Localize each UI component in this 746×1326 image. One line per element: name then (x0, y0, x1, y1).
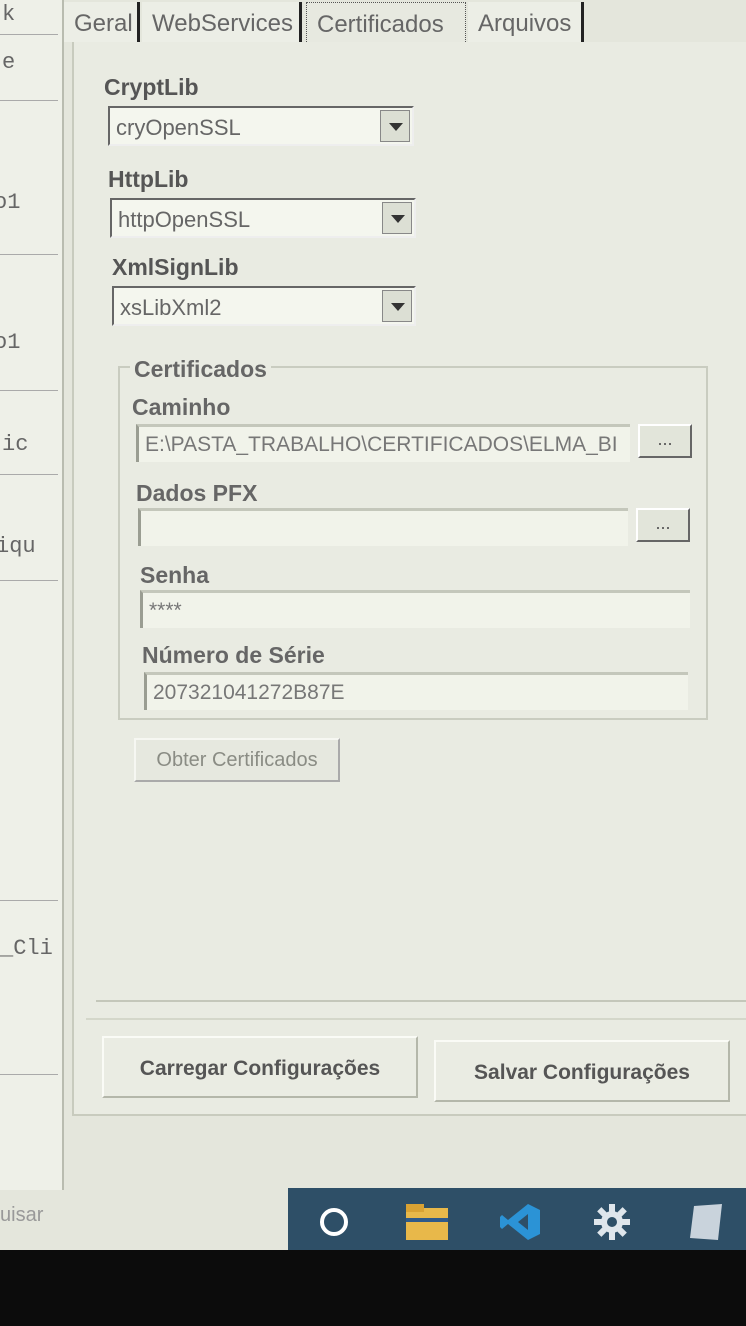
dados-pfx-label: Dados PFX (136, 480, 258, 506)
numero-serie-value: 207321041272B87E (153, 681, 345, 704)
tab-arquivos[interactable]: Arquivos (468, 2, 584, 42)
cryptlib-label: CryptLib (104, 74, 199, 100)
dados-pfx-browse-button[interactable]: ... (636, 508, 690, 542)
httplib-select[interactable]: httpOpenSSL (110, 198, 416, 238)
edge-text-4: o1 (0, 330, 21, 355)
caminho-browse-button[interactable]: ... (638, 424, 692, 458)
xmlsignlib-select[interactable]: xsLibXml2 (112, 286, 416, 326)
tab-bar: Geral WebServices Certificados Arquivos (60, 0, 746, 46)
tab-certificados[interactable]: Certificados (306, 2, 466, 42)
xmlsignlib-value: xsLibXml2 (120, 295, 222, 320)
background-window-edge: k e o1 o1 ic iqu _Cli uisar (0, 0, 64, 1226)
certificados-group-title: Certificados (130, 356, 271, 383)
edge-text-1: k (2, 2, 16, 27)
cryptlib-select[interactable]: cryOpenSSL (108, 106, 414, 146)
chevron-down-icon[interactable] (380, 110, 410, 142)
xmlsignlib-label: XmlSignLib (112, 254, 239, 280)
numero-serie-input[interactable]: 207321041272B87E (144, 672, 688, 710)
senha-input[interactable]: **** (140, 590, 690, 628)
chevron-down-icon[interactable] (382, 290, 412, 322)
separator (96, 1000, 746, 1002)
senha-label: Senha (140, 562, 210, 588)
edge-text-6: iqu (0, 534, 36, 559)
screen-bezel (0, 1250, 746, 1326)
senha-value: **** (149, 599, 182, 622)
edge-text-7: _Cli (0, 936, 53, 961)
dados-pfx-input[interactable] (138, 508, 628, 546)
caminho-value: E:\PASTA_TRABALHO\CERTIFICADOS\ELMA_BI (145, 433, 618, 456)
salvar-configuracoes-button[interactable]: Salvar Configurações (434, 1040, 730, 1102)
edge-text-3: o1 (0, 190, 21, 215)
edge-text-5: ic (2, 432, 29, 457)
obter-certificados-button[interactable]: Obter Certificados (134, 738, 340, 782)
caminho-input[interactable]: E:\PASTA_TRABALHO\CERTIFICADOS\ELMA_BI (136, 424, 630, 462)
app-icon[interactable] (686, 1202, 726, 1247)
file-explorer-icon[interactable] (404, 1202, 450, 1247)
edge-text-2: e (2, 50, 16, 75)
caminho-label: Caminho (132, 394, 231, 420)
tab-geral[interactable]: Geral (64, 2, 140, 42)
httplib-label: HttpLib (108, 166, 189, 192)
vscode-icon[interactable] (498, 1202, 542, 1247)
edge-text-8: uisar (0, 1204, 44, 1226)
httplib-value: httpOpenSSL (118, 207, 251, 232)
tab-webservices[interactable]: WebServices (142, 2, 302, 42)
cryptlib-value: cryOpenSSL (116, 115, 241, 140)
cortana-circle-icon[interactable] (318, 1206, 350, 1243)
numero-serie-label: Número de Série (142, 642, 325, 668)
carregar-configuracoes-button[interactable]: Carregar Configurações (102, 1036, 418, 1098)
taskbar (288, 1188, 746, 1252)
chevron-down-icon[interactable] (382, 202, 412, 234)
separator (86, 1018, 746, 1020)
settings-gear-icon[interactable] (592, 1202, 632, 1247)
